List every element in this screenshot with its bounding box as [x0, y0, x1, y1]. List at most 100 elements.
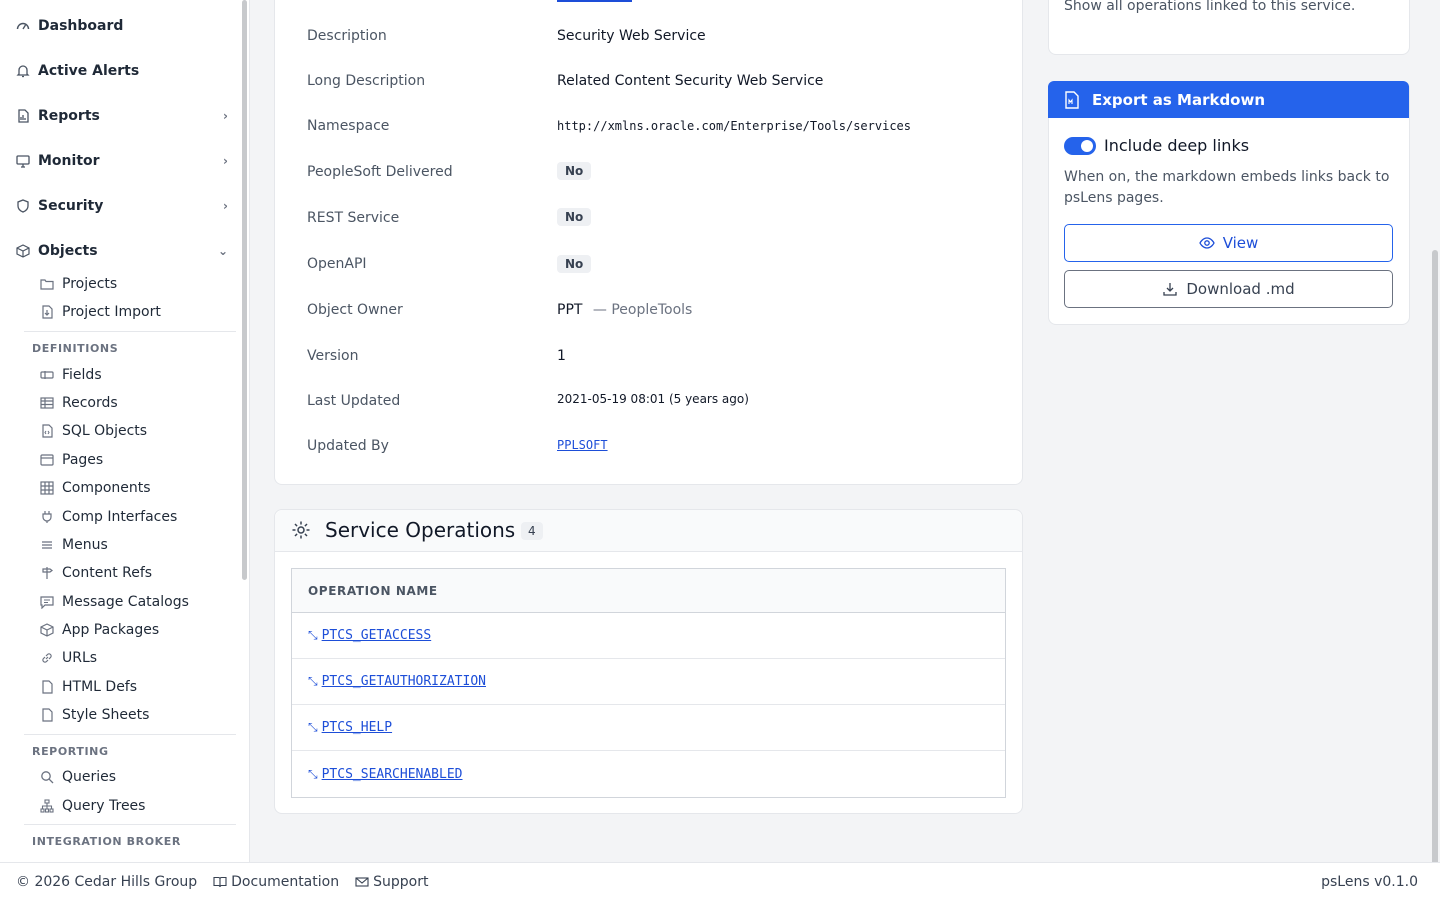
chevron-right-icon: ›	[223, 154, 228, 168]
sidebar-item-label: Components	[62, 480, 151, 496]
status-badge: No	[557, 255, 592, 273]
prop-label-description: Description	[307, 28, 387, 44]
sidebar-item-menus[interactable]: Menus	[40, 537, 108, 553]
sidebar-item-label: Dashboard	[38, 18, 124, 34]
operation-icon: ⤡	[308, 628, 318, 642]
sidebar-item-label: Records	[62, 395, 118, 411]
owner-code: PPT	[557, 302, 583, 318]
sidebar-item-components[interactable]: Components	[40, 480, 151, 496]
divider	[24, 331, 236, 332]
file-markdown-icon	[1064, 90, 1080, 109]
message-icon	[40, 595, 54, 609]
sidebar-item-objects[interactable]: Objects ⌄	[16, 243, 228, 259]
sidebar-item-project-import[interactable]: Project Import	[40, 304, 161, 320]
prop-label-version: Version	[307, 348, 359, 364]
sidebar-item-dashboard[interactable]: Dashboard	[16, 18, 228, 34]
sidebar-item-pages[interactable]: Pages	[40, 452, 103, 468]
operation-icon: ⤡	[308, 720, 318, 734]
file-css-icon	[40, 708, 54, 722]
eye-icon	[1198, 235, 1215, 251]
prop-value-last-updated: 2021-05-19 08:01 (5 years ago)	[557, 392, 749, 406]
table-row: ⤡ PTCS_HELP	[292, 705, 1005, 751]
signpost-icon	[40, 566, 54, 580]
sidebar-item-label: Objects	[38, 243, 98, 259]
operation-icon: ⤡	[308, 766, 318, 781]
sidebar-item-monitor[interactable]: Monitor ›	[16, 153, 228, 169]
sidebar-item-label: HTML Defs	[62, 679, 138, 695]
export-title: Export as Markdown	[1092, 90, 1266, 109]
chevron-right-icon: ›	[223, 199, 228, 213]
table-row: ⤡ PTCS_SEARCHENABLED	[292, 751, 1005, 797]
documentation-link[interactable]: Documentation	[213, 874, 339, 890]
sidebar-item-reports[interactable]: Reports ›	[16, 108, 228, 124]
column-header-operation-name[interactable]: OPERATION NAME	[292, 569, 1005, 613]
sidebar-item-security[interactable]: Security ›	[16, 198, 228, 214]
deep-links-label[interactable]: Include deep links	[1104, 136, 1249, 155]
operation-link[interactable]: PTCS_SEARCHENABLED	[322, 767, 463, 782]
sidebar-item-content-refs[interactable]: Content Refs	[40, 565, 152, 581]
support-link[interactable]: Support	[355, 874, 428, 890]
prop-label-updated-by: Updated By	[307, 438, 389, 454]
sidebar-item-message-catalogs[interactable]: Message Catalogs	[40, 594, 189, 610]
operation-icon: ⤡	[308, 674, 318, 688]
sidebar-item-label: Projects	[62, 276, 118, 292]
sidebar-item-records[interactable]: Records	[40, 395, 118, 411]
section-heading-integration-broker: INTEGRATION BROKER	[32, 835, 181, 848]
monitor-icon	[16, 154, 30, 168]
sidebar-item-query-trees[interactable]: Query Trees	[40, 798, 145, 814]
table-row: ⤡ PTCS_GETAUTHORIZATION	[292, 659, 1005, 705]
prop-label-rest-service: REST Service	[307, 210, 400, 226]
gauge-icon	[16, 19, 30, 33]
prop-value-namespace: http://xmlns.oracle.com/Enterprise/Tools…	[557, 119, 912, 133]
sidebar-item-html-defs[interactable]: HTML Defs	[40, 679, 137, 695]
sidebar-item-style-sheets[interactable]: Style Sheets	[40, 707, 149, 723]
cube-icon	[16, 244, 30, 258]
sidebar-item-label: Monitor	[38, 153, 100, 169]
view-button[interactable]: View	[1064, 224, 1393, 262]
menu-icon	[40, 538, 54, 552]
documentation-label: Documentation	[231, 873, 340, 890]
prop-value-description: Security Web Service	[557, 28, 706, 44]
sidebar-item-label: App Packages	[62, 622, 160, 638]
operation-link[interactable]: PTCS_HELP	[322, 720, 392, 735]
sidebar-item-fields[interactable]: Fields	[40, 367, 102, 383]
file-html-icon	[40, 680, 54, 694]
sidebar-item-sql-objects[interactable]: SQL Objects	[40, 423, 147, 439]
prop-value-openapi: No	[557, 255, 592, 273]
sidebar: Dashboard Active Alerts Reports › Monito…	[0, 0, 250, 862]
sidebar-item-label: Content Refs	[62, 565, 153, 581]
export-header: Export as Markdown	[1048, 81, 1409, 118]
status-badge: No	[557, 208, 592, 226]
operation-link[interactable]: PTCS_GETAUTHORIZATION	[322, 674, 486, 689]
sidebar-item-active-alerts[interactable]: Active Alerts	[16, 63, 228, 79]
operation-link[interactable]: PTCS_GETACCESS	[322, 628, 432, 643]
sidebar-item-app-packages[interactable]: App Packages	[40, 622, 159, 638]
section-heading-reporting: REPORTING	[32, 745, 109, 758]
updated-by-link[interactable]: PPLSOFT	[557, 438, 608, 452]
table-row: ⤡ PTCS_GETACCESS	[292, 613, 1005, 659]
chevron-down-icon: ⌄	[217, 244, 228, 258]
sidebar-item-projects[interactable]: Projects	[40, 276, 117, 292]
sidebar-scrollbar[interactable]	[242, 0, 247, 580]
package-icon	[40, 623, 54, 637]
mail-icon	[355, 875, 369, 889]
sidebar-item-label: SQL Objects	[62, 423, 148, 439]
window-icon	[40, 453, 54, 467]
sidebar-item-queries[interactable]: Queries	[40, 769, 116, 785]
sidebar-item-urls[interactable]: URLs	[40, 650, 97, 666]
prop-label-object-owner: Object Owner	[307, 302, 403, 318]
deep-links-toggle[interactable]	[1064, 137, 1096, 155]
file-chart-icon	[16, 109, 30, 123]
field-icon	[40, 368, 54, 382]
plug-icon	[40, 510, 54, 524]
folder-icon	[40, 277, 54, 291]
page-scrollbar[interactable]	[1432, 250, 1438, 900]
download-icon	[1162, 281, 1178, 297]
truncated-link-underline	[557, 0, 632, 2]
sidebar-item-label: Reports	[38, 108, 100, 124]
download-button[interactable]: Download .md	[1064, 270, 1393, 308]
sidebar-item-comp-interfaces[interactable]: Comp Interfaces	[40, 509, 177, 525]
sidebar-item-label: Security	[38, 198, 104, 214]
service-operations-header: Service Operations 4	[275, 510, 1022, 552]
prop-value-peoplesoft-delivered: No	[557, 162, 592, 180]
